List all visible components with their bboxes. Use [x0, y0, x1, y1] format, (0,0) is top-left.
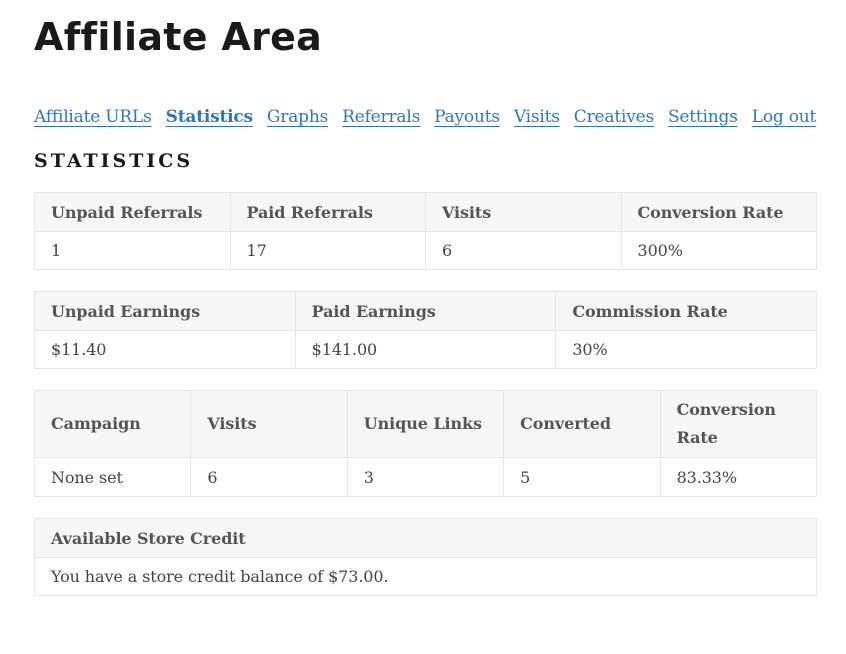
earnings-stats-table: Unpaid Earnings Paid Earnings Commission…: [34, 291, 817, 369]
unpaid-earnings-value: $11.40: [34, 330, 296, 369]
tab-referrals[interactable]: Referrals: [342, 104, 420, 130]
table-row: You have a store credit balance of $73.0…: [34, 557, 817, 596]
column-header: Converted: [503, 390, 661, 458]
commission-rate-value: 30%: [555, 330, 817, 369]
table-header-row: Campaign Visits Unique Links Converted C…: [33, 390, 818, 458]
table-header-row: Available Store Credit: [34, 518, 817, 558]
converted-value: 5: [503, 457, 661, 497]
table-row: 1 17 6 300%: [34, 231, 817, 270]
table-header-row: Unpaid Referrals Paid Referrals Visits C…: [34, 192, 817, 232]
section-heading: Statistics: [34, 150, 194, 172]
column-header: Conversion Rate: [620, 192, 817, 232]
tab-settings[interactable]: Settings: [668, 104, 738, 130]
visits-value: 6: [425, 231, 622, 270]
tab-creatives[interactable]: Creatives: [574, 104, 654, 130]
conversion-rate-value: 300%: [620, 231, 817, 270]
column-header: Available Store Credit: [34, 518, 817, 558]
table-row: $11.40 $141.00 30%: [34, 330, 817, 369]
tab-log-out[interactable]: Log out: [752, 104, 817, 130]
unique-links-value: 3: [346, 457, 505, 497]
page-title: Affiliate Area: [34, 15, 323, 59]
column-header: Unique Links: [346, 390, 505, 458]
store-credit-balance-text: You have a store credit balance of $73.0…: [34, 557, 817, 596]
column-header: Campaign: [33, 390, 192, 458]
column-header: Visits: [425, 192, 622, 232]
tab-payouts[interactable]: Payouts: [434, 104, 500, 130]
paid-earnings-value: $141.00: [294, 330, 557, 369]
table-header-row: Unpaid Earnings Paid Earnings Commission…: [34, 291, 817, 331]
tab-visits[interactable]: Visits: [514, 104, 560, 130]
tab-statistics[interactable]: Statistics: [166, 104, 253, 130]
column-header: Visits: [190, 390, 348, 458]
store-credit-table: Available Store Credit You have a store …: [34, 518, 817, 596]
column-header: Commission Rate: [555, 291, 817, 331]
tab-graphs[interactable]: Graphs: [267, 104, 328, 130]
table-row: None set 6 3 5 83.33%: [33, 457, 818, 497]
affiliate-tabs-nav: Affiliate URLs Statistics Graphs Referra…: [34, 104, 830, 130]
column-header: Paid Referrals: [229, 192, 426, 232]
column-header: Unpaid Earnings: [34, 291, 296, 331]
column-header: Conversion Rate: [659, 390, 818, 458]
column-header: Unpaid Referrals: [34, 192, 231, 232]
campaign-visits-value: 6: [190, 457, 348, 497]
tab-affiliate-urls[interactable]: Affiliate URLs: [34, 104, 152, 130]
paid-referrals-value: 17: [229, 231, 426, 270]
campaign-stats-table: Campaign Visits Unique Links Converted C…: [33, 390, 818, 497]
referrals-stats-table: Unpaid Referrals Paid Referrals Visits C…: [34, 192, 817, 270]
unpaid-referrals-value: 1: [34, 231, 231, 270]
campaign-value: None set: [33, 457, 192, 497]
campaign-conversion-rate-value: 83.33%: [659, 457, 818, 497]
column-header: Paid Earnings: [294, 291, 557, 331]
